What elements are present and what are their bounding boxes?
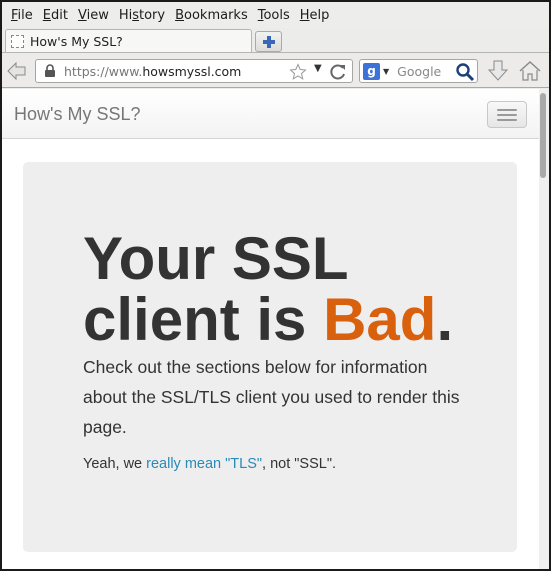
tab-title: How's My SSL? [30,34,123,49]
hamburger-bar-icon [497,118,517,121]
download-arrow-icon [487,60,509,81]
menu-tools[interactable]: Tools [253,8,295,23]
rating-headline: Your SSL client is Bad. [83,225,454,353]
menu-history[interactable]: History [114,8,170,23]
menu-file[interactable]: File [6,8,38,23]
vertical-scrollbar[interactable] [539,89,549,569]
menu-bar: File Edit View History Bookmarks Tools H… [2,2,549,28]
jumbotron: Your SSL client is Bad. Check out the se… [23,162,517,552]
default-favicon-icon [11,35,24,48]
reload-icon[interactable] [328,62,348,82]
url-dropdown-icon[interactable]: ▼ [314,63,322,74]
hamburger-menu-button[interactable] [487,101,527,128]
menu-edit[interactable]: Edit [38,8,73,23]
home-icon [519,60,541,81]
search-bar[interactable]: g ▼ Google [359,59,478,83]
downloads-button[interactable] [486,59,510,83]
search-placeholder: Google [397,63,442,79]
hamburger-bar-icon [497,108,517,111]
tab-strip: How's My SSL? [2,28,549,53]
lock-icon [45,64,55,77]
tls-note: Yeah, we really mean "TLS", not "SSL". [83,456,337,472]
tab-howsmyssl[interactable]: How's My SSL? [5,29,252,53]
site-brand[interactable]: How's My SSL? [14,104,140,125]
tls-link[interactable]: really mean "TLS" [146,456,262,472]
new-tab-button[interactable] [255,31,282,52]
menu-bookmarks[interactable]: Bookmarks [170,8,253,23]
page-content: How's My SSL? Your SSL client is Bad. Ch… [2,89,539,569]
menu-help[interactable]: Help [295,8,335,23]
navigation-toolbar: https://www.howsmyssl.com ▼ g ▼ Google [2,52,549,88]
menu-view[interactable]: View [73,8,114,23]
lead-text: Check out the sections below for informa… [83,357,460,437]
google-engine-icon[interactable]: g [363,62,380,80]
home-button[interactable] [517,59,543,83]
search-icon[interactable] [455,62,475,82]
back-button[interactable] [5,59,29,83]
url-bar[interactable]: https://www.howsmyssl.com ▼ [35,59,353,83]
url-text: https://www.howsmyssl.com [64,63,242,79]
back-arrow-icon [7,61,26,81]
plus-icon [262,35,275,48]
site-navbar: How's My SSL? [2,89,539,139]
hamburger-bar-icon [497,113,517,116]
engine-dropdown-icon[interactable]: ▼ [383,67,389,76]
bookmark-star-icon[interactable] [289,63,307,81]
scroll-thumb[interactable] [540,93,546,178]
rating-value: Bad [323,286,437,353]
browser-window: File Edit View History Bookmarks Tools H… [2,2,549,569]
